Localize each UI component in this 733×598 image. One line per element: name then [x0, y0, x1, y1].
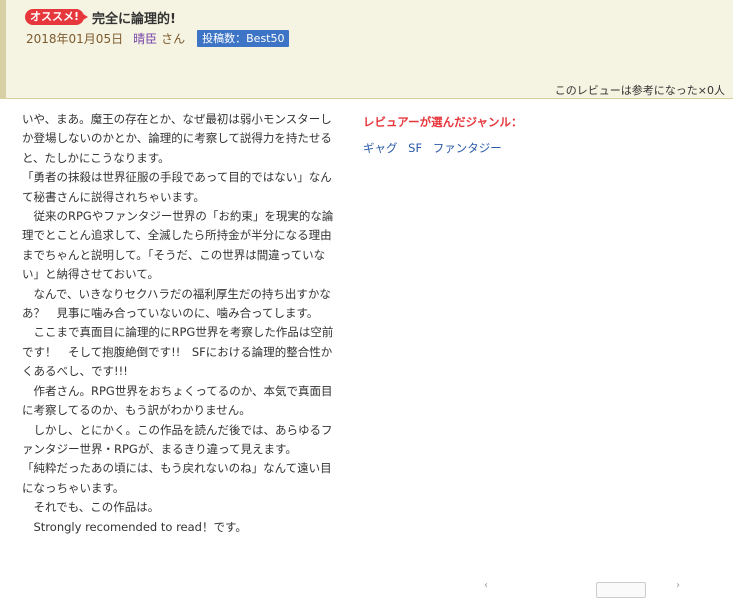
review-meta: 2018年01月05日 晴臣 さん 投稿数：Best50 — [26, 30, 290, 47]
review-paragraph: それでも、この作品は。 — [22, 500, 160, 515]
review-header: オススメ! 完全に論理的! 2018年01月05日 晴臣 さん 投稿数：Best… — [0, 0, 733, 99]
pager-next-icon[interactable]: › — [676, 580, 680, 591]
recommend-badge: オススメ! — [25, 9, 89, 25]
review-paragraph: ここまで真面目に論理的にRPG世界を考察した作品は空前です！ そして抱腹絶倒です… — [22, 325, 334, 379]
helpful-count: このレビューは参考になった×0人 — [554, 84, 725, 97]
pager-prev-icon[interactable]: ‹ — [484, 580, 488, 591]
review-body: いや、まあ。魔王の存在とか、なぜ最初は弱小モンスターしか登場しないのかとか、論理… — [22, 110, 340, 537]
review-paragraph: いや、まあ。魔王の存在とか、なぜ最初は弱小モンスターしか登場しないのかとか、論理… — [22, 112, 332, 165]
review-paragraph: 従来のRPGやファンタジー世界の「お約束」を現実的な論理でとことん追求して、全滅… — [22, 209, 334, 282]
pager-box[interactable] — [596, 582, 646, 598]
review-title-row: オススメ! 完全に論理的! — [25, 8, 176, 27]
review-date: 2018年01月05日 — [26, 32, 124, 46]
post-count-badge: 投稿数：Best50 — [197, 30, 290, 47]
review-paragraph: 「勇者の抹殺は世界征服の手段であって目的ではない」なんて秘書さんに説得されちゃい… — [22, 170, 332, 204]
genre-list: ギャグ SF ファンタジー — [363, 140, 723, 156]
genre-section: レビュアーが選んだジャンル： ギャグ SF ファンタジー — [363, 114, 723, 156]
review-paragraph: しかし、とにかく。この作品を読んだ後では、あらゆるファンタジー世界・RPGが、ま… — [22, 422, 333, 456]
review-paragraph: Strongly recomended to read！です。 — [22, 519, 247, 534]
genre-link-sf[interactable]: SF — [408, 141, 422, 155]
reviewer-name-link[interactable]: 晴臣 — [133, 30, 157, 47]
genre-link-fantasy[interactable]: ファンタジー — [433, 141, 502, 155]
genre-heading: レビュアーが選んだジャンル： — [363, 115, 523, 129]
genre-link-gag[interactable]: ギャグ — [363, 141, 398, 155]
review-paragraph: なんで、いきなりセクハラだの福利厚生だの持ち出すかなあ？ 見事に噛み合っていない… — [22, 286, 331, 321]
review-paragraph: 作者さん。RPG世界をおちょくってるのか、本気で真面目に考察してるのか、もう訳が… — [22, 383, 333, 418]
review-title: 完全に論理的! — [92, 11, 176, 27]
reviewer-honorific: さん — [161, 32, 186, 46]
review-paragraph: 「純粋だったあの頃には、もう戻れないのね」なんて遠い目になっちゃいます。 — [22, 461, 332, 495]
